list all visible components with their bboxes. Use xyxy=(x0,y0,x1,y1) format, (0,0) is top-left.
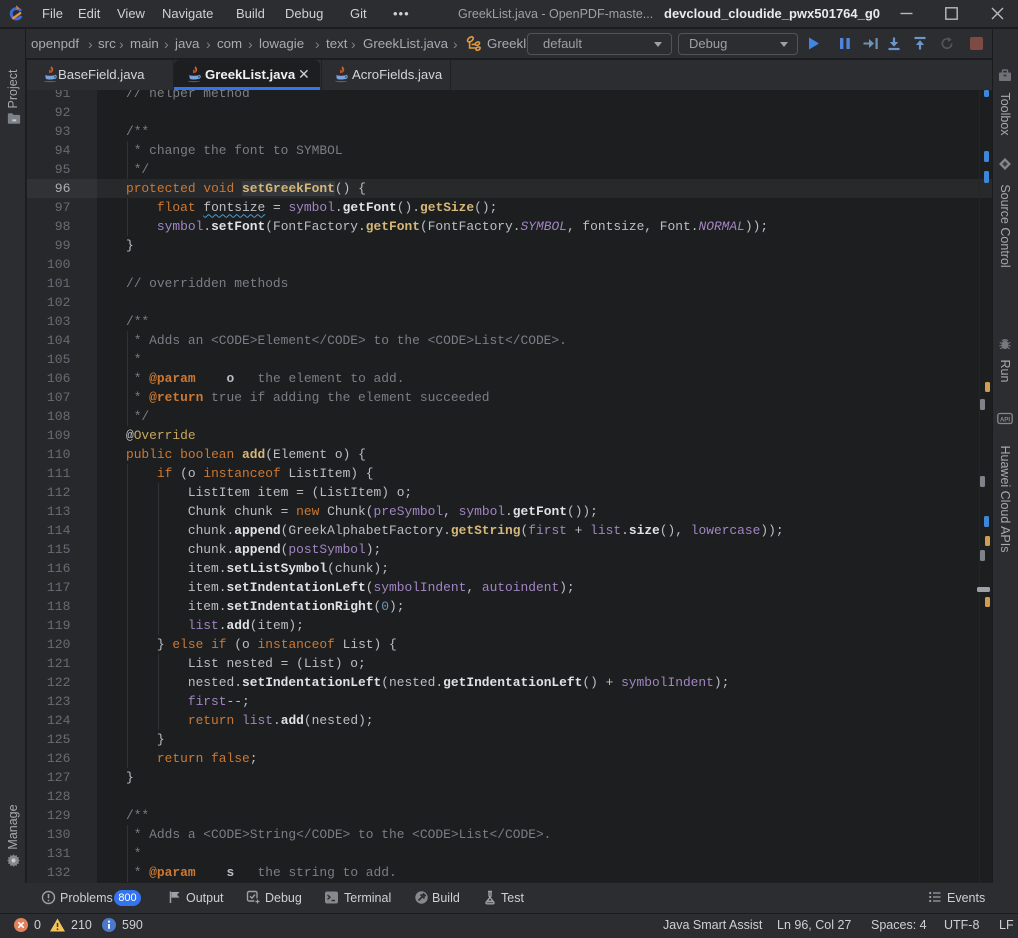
svg-text:API: API xyxy=(1000,416,1011,423)
